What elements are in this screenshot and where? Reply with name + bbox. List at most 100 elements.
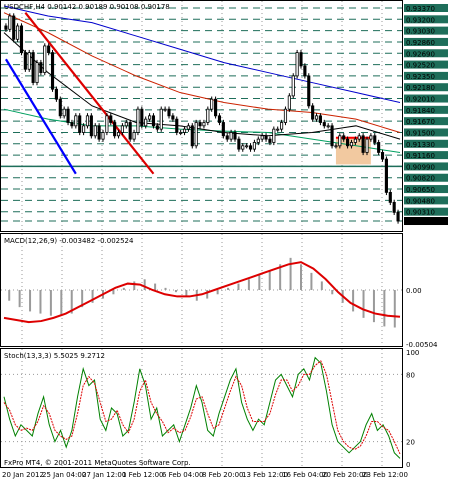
x-tick-label: 27 Jan 12:00 [82, 471, 126, 479]
stoch-y-tick-label: 80 [406, 371, 415, 379]
candle-body [43, 45, 47, 73]
y-tick-label: 0.92690 [406, 50, 435, 58]
candle-body [78, 115, 82, 133]
candle-body [237, 138, 241, 150]
copyright-text: FxPro MT4, © 2001-2011 MetaQuotes Softwa… [4, 459, 191, 467]
candle-body [85, 115, 90, 127]
y-tick-label: 0.90650 [406, 186, 435, 194]
macd-pane-title: MACD(12,26,9) -0.003482 -0.002524 [4, 237, 134, 245]
candle-body [361, 135, 365, 153]
candle-body [171, 115, 175, 120]
candle-body [342, 135, 346, 140]
candle-body [206, 108, 210, 123]
candle-body [194, 122, 198, 147]
stoch-y-tick-label: 20 [406, 439, 415, 447]
candle-body [295, 52, 299, 77]
candle-body [357, 135, 361, 140]
macd-y-tick-label: 0.00 [406, 287, 422, 295]
candle-body [148, 115, 152, 120]
y-tick-label: 0.90820 [406, 175, 435, 183]
candle-body [396, 211, 400, 222]
candle-body [182, 128, 187, 133]
y-tick-label: 0.90480 [406, 197, 435, 205]
candle-body [144, 118, 148, 127]
candle-body [175, 118, 179, 133]
y-tick-label: 0.91500 [406, 129, 435, 137]
y-tick-label: 0.93030 [406, 28, 435, 36]
candle-body [19, 25, 24, 53]
candle-body [353, 138, 357, 143]
candle-body [392, 201, 396, 213]
candle-body [245, 145, 249, 148]
x-tick-label: 6 Feb 04:00 [162, 471, 203, 479]
macd-y-tick-label: -0.00504 [406, 341, 438, 349]
candle-body [116, 132, 121, 137]
y-tick-label: 0.92350 [406, 73, 435, 81]
candle-body [167, 108, 171, 117]
candle-body [380, 152, 385, 160]
candle-body [128, 122, 132, 140]
y-tick-label: 0.92860 [406, 39, 435, 47]
y-tick-label: 0.90990 [406, 163, 435, 171]
candle-body [82, 125, 86, 133]
candle-body [256, 138, 260, 143]
price-pane-title: USDCHF,H4 0.90142 0.90189 0.90108 0.9017… [4, 3, 170, 11]
candle-body [12, 15, 16, 40]
candle-body [190, 125, 194, 147]
candle-body [373, 135, 377, 143]
candle-body [50, 52, 55, 90]
candle-body [334, 145, 338, 148]
candle-body [159, 108, 163, 130]
candle-body [221, 122, 225, 137]
candle-body [229, 132, 233, 140]
candle-body [179, 132, 183, 134]
y-tick-label: 0.92180 [406, 84, 435, 92]
candle-body [318, 115, 322, 123]
chart: 20 Jan 201225 Jan 04:0027 Jan 12:001 Feb… [0, 0, 448, 479]
candle-body [299, 52, 303, 67]
candle-body [268, 138, 272, 143]
candle-body [97, 125, 101, 140]
candle-body [151, 115, 156, 127]
candle-body [54, 88, 58, 100]
candle-body [198, 122, 202, 127]
candle-body [307, 75, 311, 107]
candle-body [101, 132, 105, 140]
candle-body [338, 135, 342, 147]
y-tick-label: 0.91670 [406, 118, 435, 126]
candle-body [346, 138, 350, 147]
candle-body [202, 122, 206, 127]
candle-body [47, 45, 51, 53]
stoch-pane-title: Stoch(13,3,3) 5.5025 9.2712 [4, 352, 105, 360]
x-tick-label: 23 Feb 12:00 [362, 471, 408, 479]
y-tick-label: 0.91840 [406, 107, 435, 115]
y-tick-label: 0.91160 [406, 152, 435, 160]
candle-body [31, 52, 35, 83]
candle-body [4, 25, 8, 30]
candle-body [303, 65, 307, 77]
y-tick-label: 0.90310 [406, 209, 435, 217]
y-tick-label: 0.92520 [406, 62, 435, 70]
candle-body [326, 125, 330, 128]
y-tick-label: 0.90178 [406, 218, 435, 226]
candle-body [39, 62, 43, 73]
candle-body [155, 125, 159, 130]
candle-body [62, 108, 66, 117]
y-tick-label: 0.93370 [406, 5, 435, 13]
x-tick-label: 1 Feb 12:00 [122, 471, 163, 479]
candle-body [93, 125, 97, 137]
candle-body [136, 108, 140, 133]
candle-body [369, 135, 373, 140]
y-tick-label: 0.93200 [406, 16, 435, 24]
candle-body [330, 125, 334, 147]
candle-body [283, 108, 288, 123]
candle-body [280, 122, 284, 130]
candle-body [272, 128, 276, 143]
candle-body [252, 142, 256, 150]
candle-body [105, 115, 109, 133]
candle-body [163, 108, 167, 111]
y-tick-label: 0.91330 [406, 141, 435, 149]
candle-body [287, 95, 291, 110]
candle-body [217, 115, 222, 123]
candle-body [186, 125, 190, 130]
